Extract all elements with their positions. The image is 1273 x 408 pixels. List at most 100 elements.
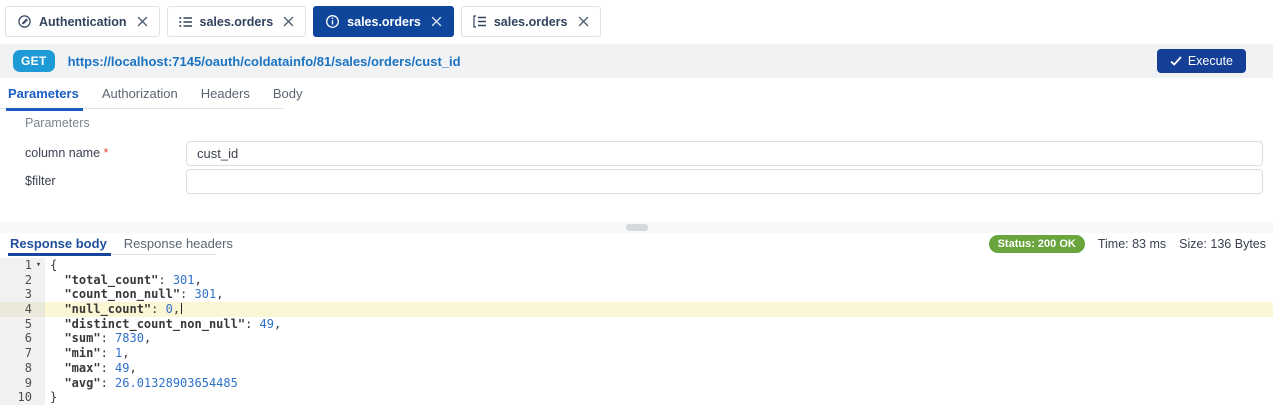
token-punct: : [100, 360, 116, 375]
token-key: "null_count" [64, 302, 152, 317]
response-body-editor[interactable]: 1 ▾{2 "total_count": 301, 3 "count_non_nul… [0, 258, 1273, 408]
code-content: "avg": 26.01328903654485 [45, 376, 1273, 391]
code-line-1[interactable]: 1 ▾ { [0, 258, 1273, 273]
code-line-5[interactable]: 5 "distinct_count_non_null": 49, [0, 316, 1273, 332]
token-punct: : [180, 287, 195, 302]
close-icon[interactable] [575, 16, 589, 27]
code-line-2[interactable]: 2 "total_count": 301, [0, 272, 1273, 288]
token-num: 301 [172, 272, 195, 287]
token-punct: : [151, 302, 166, 317]
subtab-label: Headers [200, 86, 250, 101]
request-bar: GET https://localhost:7145/oauth/coldata… [0, 44, 1273, 78]
token-num: 301 [194, 287, 217, 302]
token-key: "avg" [64, 375, 101, 390]
response-size: Size: 136 Bytes [1179, 237, 1266, 251]
close-icon[interactable] [134, 16, 148, 27]
token-key: "count_non_null" [64, 287, 181, 302]
tab-authentication[interactable]: Authentication [5, 6, 160, 37]
token-num: 26.01328903654485 [115, 375, 238, 390]
token-punct [50, 331, 64, 345]
token-punct: : [100, 375, 116, 390]
code-content: "distinct_count_non_null": 49, [45, 317, 1273, 332]
token-punct: , [122, 346, 130, 361]
line-number-gutter: 5 [0, 316, 45, 332]
close-icon[interactable] [428, 16, 442, 27]
response-meta: Status: 200 OK Time: 83 ms Size: 136 Byt… [988, 235, 1266, 253]
subtab-parameters[interactable]: Parameters [6, 86, 83, 111]
token-punct: : [158, 272, 173, 287]
token-punct [50, 346, 64, 360]
subtab-label: Parameters [8, 86, 79, 101]
splitter-drag-handle[interactable] [625, 224, 648, 231]
token-punct: , [273, 316, 282, 331]
token-punct [50, 361, 64, 375]
code-line-6[interactable]: 6 "sum": 7830, [0, 331, 1273, 347]
line-number: 4 [24, 302, 32, 317]
token-punct: , [172, 302, 181, 317]
line-number: 6 [24, 331, 32, 346]
tab-sales-orders[interactable]: sales.orders [313, 6, 454, 37]
line-number-gutter: 7 [0, 346, 45, 361]
token-punct [50, 302, 64, 316]
list-alt-icon [473, 15, 487, 28]
field-input-column-name[interactable] [186, 141, 1263, 166]
token-punct: : [245, 316, 260, 331]
line-number-gutter: 6 [0, 331, 45, 347]
token-punct: , [216, 287, 224, 302]
token-punct: , [143, 331, 152, 346]
tab-response-body[interactable]: Response body [8, 236, 111, 256]
token-punct: { [50, 258, 58, 272]
token-num: 0 [165, 302, 173, 317]
status-badge: Status: 200 OK [988, 235, 1085, 253]
request-url[interactable]: https://localhost:7145/oauth/coldatainfo… [68, 54, 461, 69]
tab-response-headers[interactable]: Response headers [124, 236, 233, 254]
token-punct: } [50, 390, 58, 405]
token-punct [50, 376, 64, 390]
panel-splitter [0, 222, 1273, 233]
field-input--filter[interactable] [186, 169, 1263, 194]
token-num: 49 [259, 316, 274, 331]
subtab-label: Body [272, 86, 303, 101]
execute-label: Execute [1187, 54, 1233, 68]
code-line-8[interactable]: 8 "max": 49, [0, 360, 1273, 376]
response-tabs: Response body Response headers [8, 236, 233, 256]
subtab-body[interactable]: Body [273, 86, 303, 108]
line-number-gutter: 4 [0, 302, 45, 317]
code-line-10[interactable]: 10} [0, 390, 1273, 405]
token-punct: , [129, 360, 137, 375]
subtab-label: Authorization [101, 86, 178, 101]
code-line-3[interactable]: 3 "count_non_null": 301, [0, 287, 1273, 303]
tab-bar: Authentication sales.orders sales.orders sa… [5, 6, 601, 37]
token-punct [50, 317, 64, 331]
token-punct [50, 287, 64, 301]
auth-icon [17, 14, 32, 29]
subtab-authorization[interactable]: Authorization [102, 86, 178, 108]
tab-sales-orders[interactable]: sales.orders [166, 6, 307, 37]
line-number: 2 [24, 272, 32, 287]
execute-button[interactable]: Execute [1156, 49, 1246, 73]
field-row: $filter [0, 169, 1263, 194]
parameters-section-title: Parameters [25, 116, 90, 130]
tab-label: sales.orders [347, 14, 421, 29]
token-punct: : [100, 346, 116, 361]
token-punct [50, 273, 64, 287]
code-line-7[interactable]: 7 "min": 1, [0, 346, 1273, 361]
response-tab-label: Response body [10, 236, 107, 251]
token-num: 49 [115, 360, 130, 375]
token-key: "max" [64, 360, 101, 375]
token-key: "distinct_count_non_null" [64, 316, 246, 331]
close-icon[interactable] [280, 16, 294, 27]
code-line-9[interactable]: 9 "avg": 26.01328903654485 [0, 375, 1273, 391]
line-number-gutter: 10 [0, 390, 45, 405]
response-time: Time: 83 ms [1097, 237, 1167, 251]
code-content: "max": 49, [45, 361, 1273, 376]
text-cursor [181, 303, 183, 315]
http-method-badge: GET [13, 50, 55, 72]
fold-caret-icon[interactable]: ▾ [32, 258, 45, 273]
info-icon [325, 14, 340, 29]
code-line-4[interactable]: 4 "null_count": 0, [0, 302, 1273, 317]
token-punct: , [194, 272, 202, 287]
field-label: $filter [25, 174, 56, 188]
subtab-headers[interactable]: Headers [201, 86, 250, 108]
tab-sales-orders[interactable]: sales.orders [460, 6, 601, 37]
